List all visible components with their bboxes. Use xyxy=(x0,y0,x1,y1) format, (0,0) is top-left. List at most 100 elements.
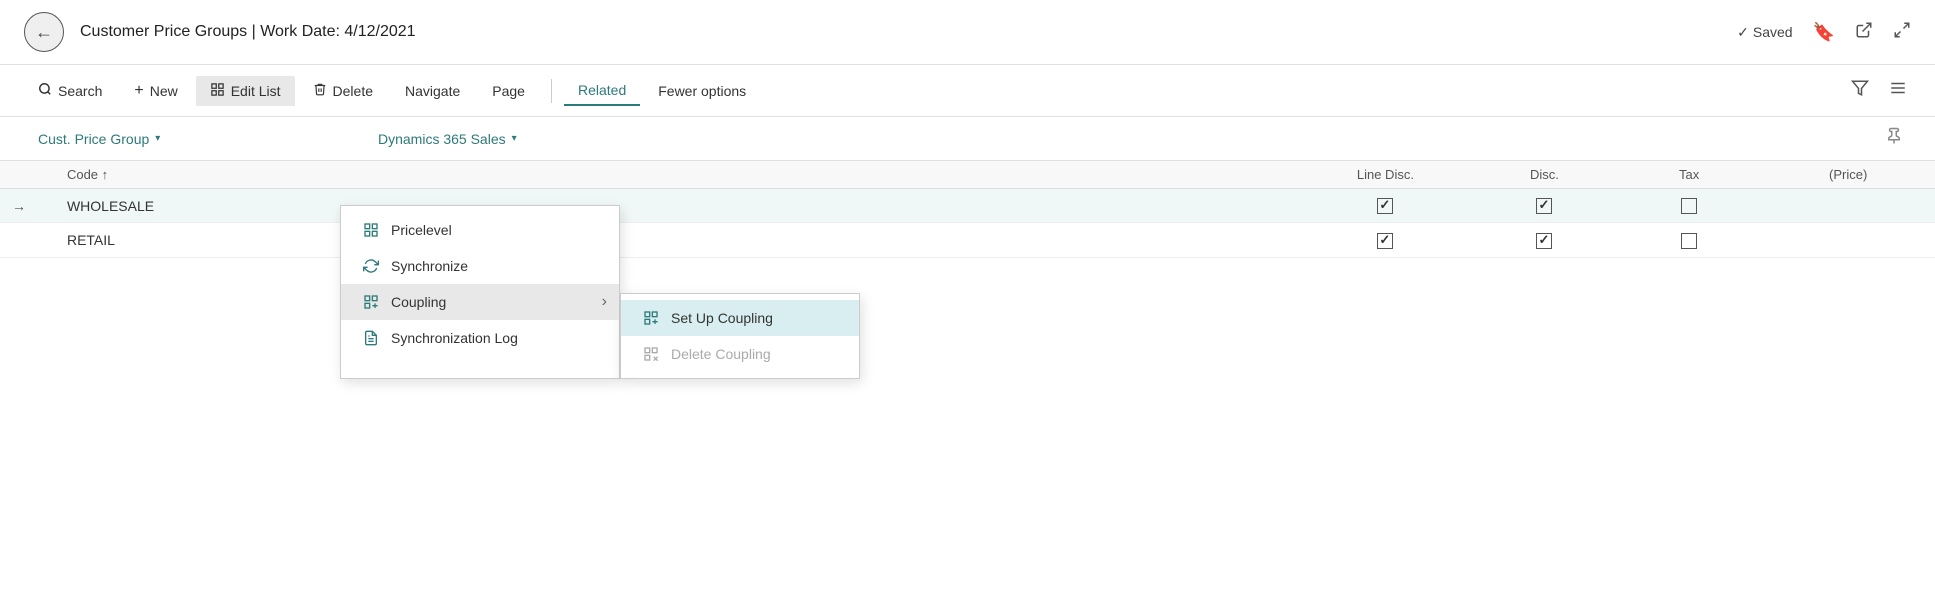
saved-status: ✓ Saved xyxy=(1737,24,1792,41)
bookmark-button[interactable]: 🔖 xyxy=(1813,22,1835,43)
delete-button[interactable]: Delete xyxy=(299,76,387,105)
row-disc[interactable] xyxy=(1472,223,1617,257)
new-button[interactable]: + New xyxy=(120,76,191,106)
header-actions: ✓ Saved 🔖 xyxy=(1737,21,1911,44)
page-button[interactable]: Page xyxy=(478,77,539,105)
dropdown-item-set-up-coupling[interactable]: Set Up Coupling xyxy=(621,300,859,336)
checkbox-checked xyxy=(1536,198,1552,214)
col-empty3 xyxy=(1067,161,1298,189)
sync-icon xyxy=(361,258,381,274)
pricelevel-label: Pricelevel xyxy=(391,222,452,238)
checkbox-checked xyxy=(1536,233,1552,249)
filter-button[interactable] xyxy=(1847,75,1873,106)
checkbox-checked xyxy=(1377,198,1393,214)
share-button[interactable] xyxy=(1855,21,1873,44)
dropdown-item-pricelevel[interactable]: Pricelevel xyxy=(341,212,619,248)
header: ← Customer Price Groups | Work Date: 4/1… xyxy=(0,0,1935,65)
row-empty3 xyxy=(1067,223,1298,257)
dropdown-item-coupling[interactable]: Coupling xyxy=(341,284,619,320)
cust-price-group-label: Cust. Price Group xyxy=(38,131,149,147)
pricelevel-icon xyxy=(361,222,381,238)
fewer-options-button[interactable]: Fewer options xyxy=(644,77,760,105)
row-tax[interactable] xyxy=(1617,223,1762,257)
row-tax[interactable] xyxy=(1617,189,1762,223)
search-button[interactable]: Search xyxy=(24,76,116,105)
col-code[interactable]: Code ↑ xyxy=(55,161,402,189)
back-button[interactable]: ← xyxy=(24,12,64,52)
columns-icon xyxy=(1889,84,1907,101)
dropdown-item-delete-coupling[interactable]: Delete Coupling xyxy=(621,336,859,372)
row-arrow xyxy=(0,223,55,257)
expand-button[interactable] xyxy=(1893,21,1911,44)
row-price xyxy=(1761,223,1935,257)
toolbar-right xyxy=(1847,75,1911,106)
search-icon xyxy=(38,82,52,99)
col-arrow xyxy=(0,161,55,189)
table-row: RETAIL xyxy=(0,223,1935,257)
expand-icon xyxy=(1893,23,1911,43)
related-button[interactable]: Related xyxy=(564,76,640,106)
coupling-icon xyxy=(361,294,381,310)
back-icon: ← xyxy=(35,22,53,43)
dropdown-item-sync-log[interactable]: Synchronization Log xyxy=(341,320,619,356)
pin-button[interactable] xyxy=(1877,123,1911,154)
dynamics-365-label: Dynamics 365 Sales xyxy=(378,131,506,147)
row-empty3 xyxy=(1067,189,1298,223)
check-icon: ✓ xyxy=(1737,24,1749,41)
data-table: Code ↑ Line Disc. Disc. Tax (Price) → WH… xyxy=(0,161,1935,258)
cust-price-group-caret: ▾ xyxy=(155,133,160,144)
fewer-options-label: Fewer options xyxy=(658,83,746,99)
edit-list-label: Edit List xyxy=(231,83,281,99)
checkbox-checked xyxy=(1377,233,1393,249)
saved-label: Saved xyxy=(1753,24,1793,40)
delete-coupling-label: Delete Coupling xyxy=(671,346,771,362)
main-dropdown-menu: Pricelevel Synchronize xyxy=(340,205,620,379)
coupling-label: Coupling xyxy=(391,294,446,310)
dropdown-item-synchronize[interactable]: Synchronize xyxy=(341,248,619,284)
cust-price-group-header[interactable]: Cust. Price Group ▾ xyxy=(24,125,364,153)
col-tax[interactable]: Tax xyxy=(1617,161,1762,189)
row-line-disc[interactable] xyxy=(1299,223,1473,257)
related-label: Related xyxy=(578,82,626,98)
columns-button[interactable] xyxy=(1885,75,1911,106)
search-label: Search xyxy=(58,83,102,99)
row-arrow: → xyxy=(0,189,55,223)
dynamics-365-header[interactable]: Dynamics 365 Sales ▾ xyxy=(364,125,531,153)
col-line-disc[interactable]: Line Disc. xyxy=(1299,161,1473,189)
new-label: New xyxy=(150,83,178,99)
plus-icon: + xyxy=(134,82,143,100)
table-area: Code ↑ Line Disc. Disc. Tax (Price) → WH… xyxy=(0,161,1935,258)
table-row: → WHOLESALE xyxy=(0,189,1935,223)
share-icon xyxy=(1855,23,1873,43)
col-disc[interactable]: Disc. xyxy=(1472,161,1617,189)
set-up-coupling-label: Set Up Coupling xyxy=(671,310,773,326)
dropdown-container: Pricelevel Synchronize xyxy=(340,205,860,379)
col-price[interactable]: (Price) xyxy=(1761,161,1935,189)
edit-list-button[interactable]: Edit List xyxy=(196,76,295,106)
bookmark-icon: 🔖 xyxy=(1813,22,1835,42)
submenu: Set Up Coupling Delete Coupling xyxy=(620,293,860,379)
set-up-coupling-icon xyxy=(641,310,661,326)
pin-icon xyxy=(1885,132,1903,149)
checkbox-empty xyxy=(1681,233,1697,249)
delete-label: Delete xyxy=(333,83,373,99)
navigate-button[interactable]: Navigate xyxy=(391,77,474,105)
row-line-disc[interactable] xyxy=(1299,189,1473,223)
edit-list-icon xyxy=(210,82,225,100)
row-price xyxy=(1761,189,1935,223)
toolbar: Search + New Edit List Delete Navigate P… xyxy=(0,65,1935,117)
dynamics-365-caret: ▾ xyxy=(512,133,517,144)
page-title: Customer Price Groups | Work Date: 4/12/… xyxy=(80,23,1721,41)
sync-log-label: Synchronization Log xyxy=(391,330,518,346)
col-empty1 xyxy=(402,161,778,189)
row-disc[interactable] xyxy=(1472,189,1617,223)
synchronize-label: Synchronize xyxy=(391,258,468,274)
toolbar-separator xyxy=(551,79,552,103)
col-header-row: Cust. Price Group ▾ Dynamics 365 Sales ▾ xyxy=(0,117,1935,161)
page-label: Page xyxy=(492,83,525,99)
checkbox-empty xyxy=(1681,198,1697,214)
delete-coupling-icon xyxy=(641,346,661,362)
navigate-label: Navigate xyxy=(405,83,460,99)
sync-log-icon xyxy=(361,330,381,346)
col-empty2 xyxy=(778,161,1067,189)
